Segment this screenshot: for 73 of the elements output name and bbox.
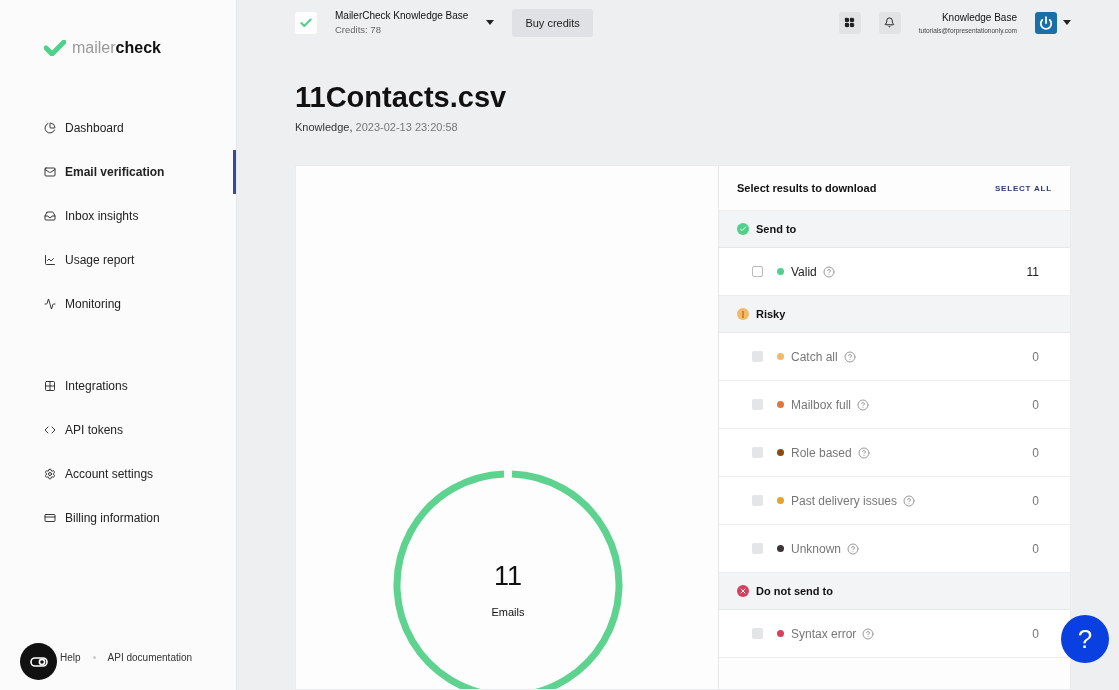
- result-label: Valid: [791, 264, 817, 279]
- group-heading: Send to: [756, 223, 797, 235]
- caret-icon[interactable]: [1063, 20, 1071, 25]
- result-label: Unknown: [791, 541, 842, 556]
- sidebar-item[interactable]: Account settings: [0, 452, 236, 496]
- card-icon: [44, 512, 56, 524]
- help-button[interactable]: ?: [1061, 615, 1109, 663]
- api-documentation-link[interactable]: API documentation: [107, 652, 193, 663]
- settings-icon: [44, 468, 56, 480]
- caret-icon[interactable]: [486, 20, 495, 25]
- result-count: 0: [1032, 445, 1039, 460]
- result-label: Catch all: [791, 349, 838, 364]
- power-icon: [1039, 15, 1053, 30]
- result-label: Past delivery issues: [791, 493, 898, 508]
- result-label: Role based: [791, 445, 852, 460]
- check-icon: [299, 15, 313, 30]
- pie-chart-icon: [44, 122, 56, 134]
- grid-icon: [44, 380, 56, 392]
- result-count: 0: [1032, 541, 1039, 556]
- file-meta: Knowledge, 2023-02-13 23:20:58: [295, 121, 459, 133]
- result-count: 0: [1032, 397, 1039, 412]
- toggle-icon: [29, 656, 48, 667]
- result-count: 11: [1026, 264, 1039, 279]
- select-all-link[interactable]: SELECT ALL: [994, 183, 1052, 193]
- bell-icon: [884, 17, 896, 28]
- code-icon: [44, 424, 56, 436]
- account-logo[interactable]: [295, 11, 317, 34]
- help-icon[interactable]: [862, 627, 875, 640]
- sidebar-item[interactable]: Inbox insights: [0, 194, 236, 238]
- help-icon[interactable]: [857, 398, 870, 411]
- pulse-icon: [44, 298, 56, 310]
- group-heading: Do not send to: [756, 585, 833, 597]
- email-count-label: Emails: [491, 606, 525, 618]
- result-count: 0: [1032, 349, 1039, 364]
- brand-logo: mailercheck: [72, 38, 161, 57]
- cross-circle-icon: [737, 585, 749, 597]
- check-circle-icon: [737, 223, 749, 235]
- help-icon[interactable]: [847, 542, 860, 555]
- buy-credits-button[interactable]: Buy credits: [512, 8, 593, 37]
- result-label: Syntax error: [791, 626, 857, 641]
- avatar[interactable]: [1035, 11, 1057, 34]
- credits-text: Credits: 78: [335, 24, 382, 35]
- result-count: 0: [1032, 626, 1039, 641]
- checkbox[interactable]: [752, 266, 763, 277]
- help-link[interactable]: Help: [60, 652, 81, 663]
- sidebar-item[interactable]: Dashboard: [0, 106, 236, 150]
- warning-circle-icon: [737, 308, 749, 320]
- sidebar-item[interactable]: Integrations: [0, 364, 236, 408]
- apps-button[interactable]: [838, 11, 861, 34]
- help-icon[interactable]: [857, 446, 870, 459]
- inbox-icon: [44, 210, 56, 222]
- sidebar-item[interactable]: Monitoring: [0, 282, 236, 326]
- line-chart-icon: [44, 254, 56, 266]
- grid-icon: [844, 17, 856, 28]
- result-label: Mailbox full: [791, 397, 852, 412]
- mail-icon: [44, 166, 56, 178]
- chat-button[interactable]: [20, 643, 57, 680]
- account-name: MailerCheck Knowledge Base: [335, 10, 469, 21]
- notifications-button[interactable]: [878, 11, 901, 34]
- user-name: Knowledge Base: [941, 11, 1017, 23]
- help-icon[interactable]: [903, 494, 916, 507]
- page-title: 11Contacts.csv: [295, 81, 508, 114]
- group-heading: Risky: [756, 308, 786, 320]
- sidebar-item[interactable]: Usage report: [0, 238, 236, 282]
- check-logo-icon: [44, 39, 66, 56]
- help-icon[interactable]: [822, 265, 835, 278]
- sidebar-item[interactable]: Billing information: [0, 496, 236, 540]
- email-count: 11: [494, 561, 522, 592]
- sidebar-item[interactable]: Email verification: [0, 150, 236, 194]
- help-icon[interactable]: [843, 350, 856, 363]
- sidebar-item[interactable]: API tokens: [0, 408, 236, 452]
- result-count: 0: [1032, 493, 1039, 508]
- results-title: Select results to download: [737, 182, 877, 194]
